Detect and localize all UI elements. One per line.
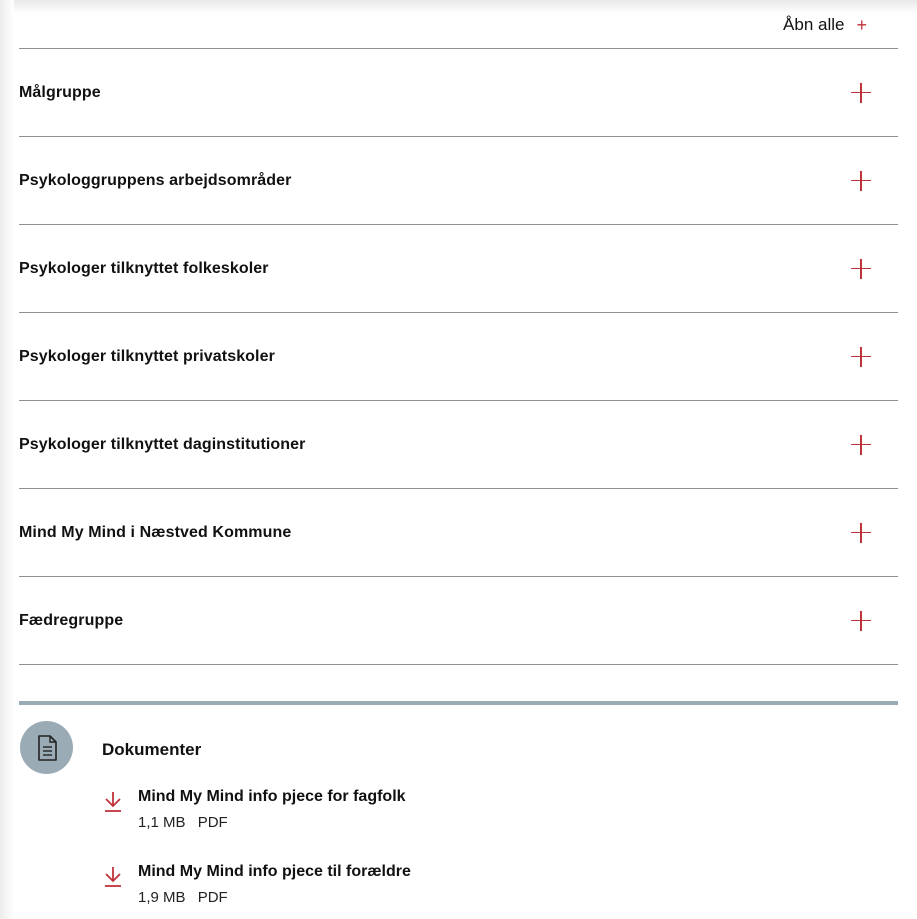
documents-heading: Dokumenter [102, 740, 202, 759]
document-title[interactable]: Mind My Mind info pjece til forældre [138, 863, 411, 881]
plus-icon[interactable] [851, 346, 871, 367]
download-icon [105, 867, 121, 887]
plus-icon: + [856, 15, 867, 35]
accordion-item-title: Psykologer tilknyttet folkeskoler [19, 259, 269, 277]
top-shadow [0, 0, 917, 14]
documents-divider [19, 701, 898, 705]
accordion-item-folkeskoler[interactable]: Psykologer tilknyttet folkeskoler [19, 225, 898, 313]
accordion-item-daginstitutioner[interactable]: Psykologer tilknyttet daginstitutioner [19, 401, 898, 489]
accordion-item-mind-my-mind[interactable]: Mind My Mind i Næstved Kommune [19, 489, 898, 577]
plus-icon[interactable] [851, 434, 871, 455]
expand-all-button[interactable]: Åbn alle + [783, 14, 867, 36]
accordion-item-title: Psykologgruppens arbejdsområder [19, 171, 292, 189]
plus-icon[interactable] [851, 170, 871, 191]
plus-icon[interactable] [851, 610, 871, 631]
accordion-item-title: Mind My Mind i Næstved Kommune [19, 523, 292, 541]
accordion-list: Målgruppe Psykologgruppens arbejdsområde… [19, 48, 898, 665]
document-type: PDF [197, 889, 228, 906]
plus-icon[interactable] [851, 258, 871, 279]
expand-all-label: Åbn alle [783, 15, 845, 34]
document-type: PDF [197, 814, 228, 831]
document-meta: 1,1 MB PDF [138, 814, 228, 831]
document-title[interactable]: Mind My Mind info pjece for fagfolk [138, 788, 406, 806]
accordion-item-faedregruppe[interactable]: Fædregruppe [19, 577, 898, 665]
accordion-item-malgruppe[interactable]: Målgruppe [19, 49, 898, 137]
left-shadow [0, 0, 14, 919]
accordion-item-title: Fædregruppe [19, 611, 124, 629]
accordion-item-title: Målgruppe [19, 83, 101, 101]
accordion-item-title: Psykologer tilknyttet daginstitutioner [19, 435, 306, 453]
document-size: 1,1 MB [138, 814, 186, 831]
document-size: 1,9 MB [138, 889, 186, 906]
plus-icon[interactable] [851, 522, 871, 543]
plus-icon[interactable] [851, 82, 871, 103]
document-icon [20, 721, 73, 774]
document-glyph [37, 734, 57, 761]
accordion-item-privatskoler[interactable]: Psykologer tilknyttet privatskoler [19, 313, 898, 401]
accordion-item-title: Psykologer tilknyttet privatskoler [19, 347, 275, 365]
accordion-item-arbejdsomrader[interactable]: Psykologgruppens arbejdsområder [19, 137, 898, 225]
document-meta: 1,9 MB PDF [138, 889, 228, 906]
download-icon [105, 792, 121, 812]
